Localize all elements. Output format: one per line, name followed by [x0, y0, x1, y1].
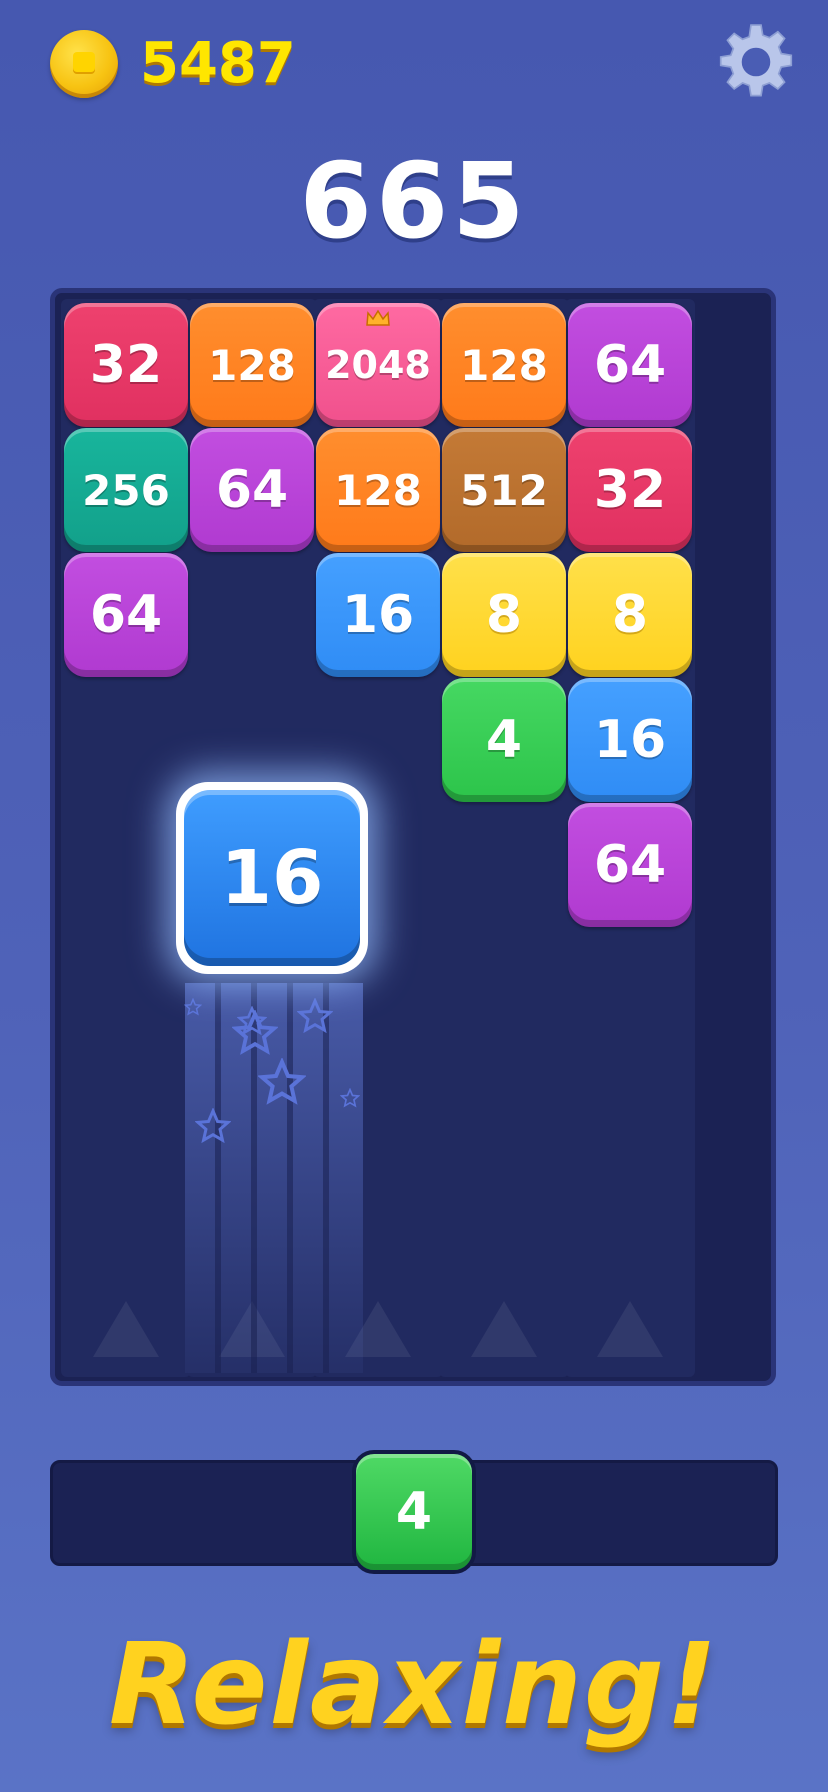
tile-value: 4	[485, 710, 523, 770]
tile: 128	[442, 303, 566, 427]
tile: 128	[190, 303, 314, 427]
game-board: 32 128 2048 128 64 256 64 128 512 32 64 16 8 8 4 16 64	[50, 288, 776, 1386]
tile-value: 16	[593, 710, 667, 770]
drop-arrow-icon	[93, 1301, 159, 1357]
tile: 32	[64, 303, 188, 427]
tile: 128	[316, 428, 440, 552]
tile: 256	[64, 428, 188, 552]
tile-value: 128	[334, 465, 422, 515]
tile: 32	[568, 428, 692, 552]
falling-tile[interactable]: 16	[176, 782, 368, 974]
star-icon	[195, 1108, 231, 1144]
tile: 64	[568, 303, 692, 427]
tile-value: 128	[460, 340, 548, 390]
tile-value: 8	[485, 585, 523, 645]
tile: 64	[190, 428, 314, 552]
tile-value: 64	[593, 835, 667, 895]
tile-value: 2048	[325, 343, 431, 387]
tile-value: 64	[593, 335, 667, 395]
tile-value: 32	[593, 460, 667, 520]
drop-arrow-icon	[471, 1301, 537, 1357]
next-tile[interactable]: 4	[352, 1450, 476, 1574]
tile-value: 32	[89, 335, 163, 395]
star-icon	[297, 998, 333, 1034]
crown-icon	[366, 309, 390, 326]
star-icon	[258, 1058, 306, 1105]
tile: 64	[64, 553, 188, 677]
tile-value: 8	[611, 585, 649, 645]
falling-tile-value: 16	[184, 790, 360, 966]
tile: 8	[442, 553, 566, 677]
tile-value: 64	[215, 460, 289, 520]
coin-icon	[50, 30, 118, 98]
star-icon	[340, 1088, 360, 1108]
tile: 64	[568, 803, 692, 927]
gear-icon[interactable]	[714, 20, 798, 104]
tile-value: 16	[341, 585, 415, 645]
tile-value: 512	[460, 465, 548, 515]
score: 665	[299, 140, 529, 262]
star-icon	[184, 998, 202, 1016]
tile: 2048	[316, 303, 440, 427]
coin-count: 5487	[140, 31, 296, 96]
tile: 16	[316, 553, 440, 677]
tile-value: 64	[89, 585, 163, 645]
tile: 8	[568, 553, 692, 677]
drop-arrow-icon	[597, 1301, 663, 1357]
tile: 16	[568, 678, 692, 802]
tile: 512	[442, 428, 566, 552]
tile-value: 128	[208, 340, 296, 390]
star-icon	[237, 1006, 267, 1036]
tile: 4	[442, 678, 566, 802]
tagline: Relaxing!	[108, 1620, 720, 1750]
tile-value: 256	[82, 465, 170, 515]
